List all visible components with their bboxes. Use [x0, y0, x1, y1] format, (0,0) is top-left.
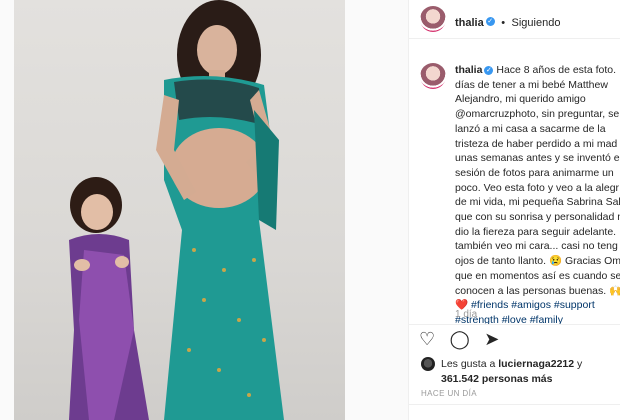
- likes-count[interactable]: 361.542 personas más: [441, 373, 553, 385]
- post-header: thalia ✓ • Siguiendo: [409, 0, 620, 39]
- header-username[interactable]: thalia: [455, 17, 484, 29]
- post-photo[interactable]: [14, 0, 345, 420]
- share-icon[interactable]: ➤: [484, 329, 499, 349]
- author-avatar[interactable]: [420, 6, 446, 32]
- post-timestamp: HACE UN DÍA: [421, 389, 477, 398]
- divider: [409, 404, 620, 405]
- likes-prefix: Les gusta a: [441, 358, 499, 370]
- caption-time: 1 día: [455, 309, 478, 320]
- header-user: thalia ✓ • Siguiendo: [455, 13, 560, 31]
- likes-middle: y: [574, 358, 583, 370]
- photo-area: [0, 0, 408, 420]
- liker-avatar[interactable]: [421, 357, 435, 371]
- caption-username[interactable]: thalia: [455, 64, 482, 76]
- liker-username[interactable]: luciernaga2212: [498, 358, 574, 370]
- heart-icon[interactable]: ♡: [419, 329, 435, 349]
- caption-avatar[interactable]: [420, 63, 446, 89]
- photo-illustration: [69, 0, 284, 420]
- separator-dot: •: [501, 17, 506, 29]
- verified-icon: ✓: [484, 65, 494, 75]
- caption: thalia ✓ Hace 8 años de esta foto. días d…: [455, 63, 620, 328]
- likes-summary: Les gusta a luciernaga2212 y 361.542 pers…: [441, 357, 611, 386]
- comment-icon[interactable]: ◯: [450, 329, 470, 349]
- post-panel: thalia ✓ • Siguiendo thalia ✓ Hace 8 años …: [408, 0, 620, 420]
- caption-text: Hace 8 años de esta foto. días de tener …: [455, 64, 620, 297]
- action-bar: ♡ ◯ ➤: [419, 329, 509, 349]
- verified-icon: ✓: [485, 17, 495, 27]
- following-button[interactable]: Siguiendo: [512, 17, 561, 29]
- divider: [409, 324, 620, 325]
